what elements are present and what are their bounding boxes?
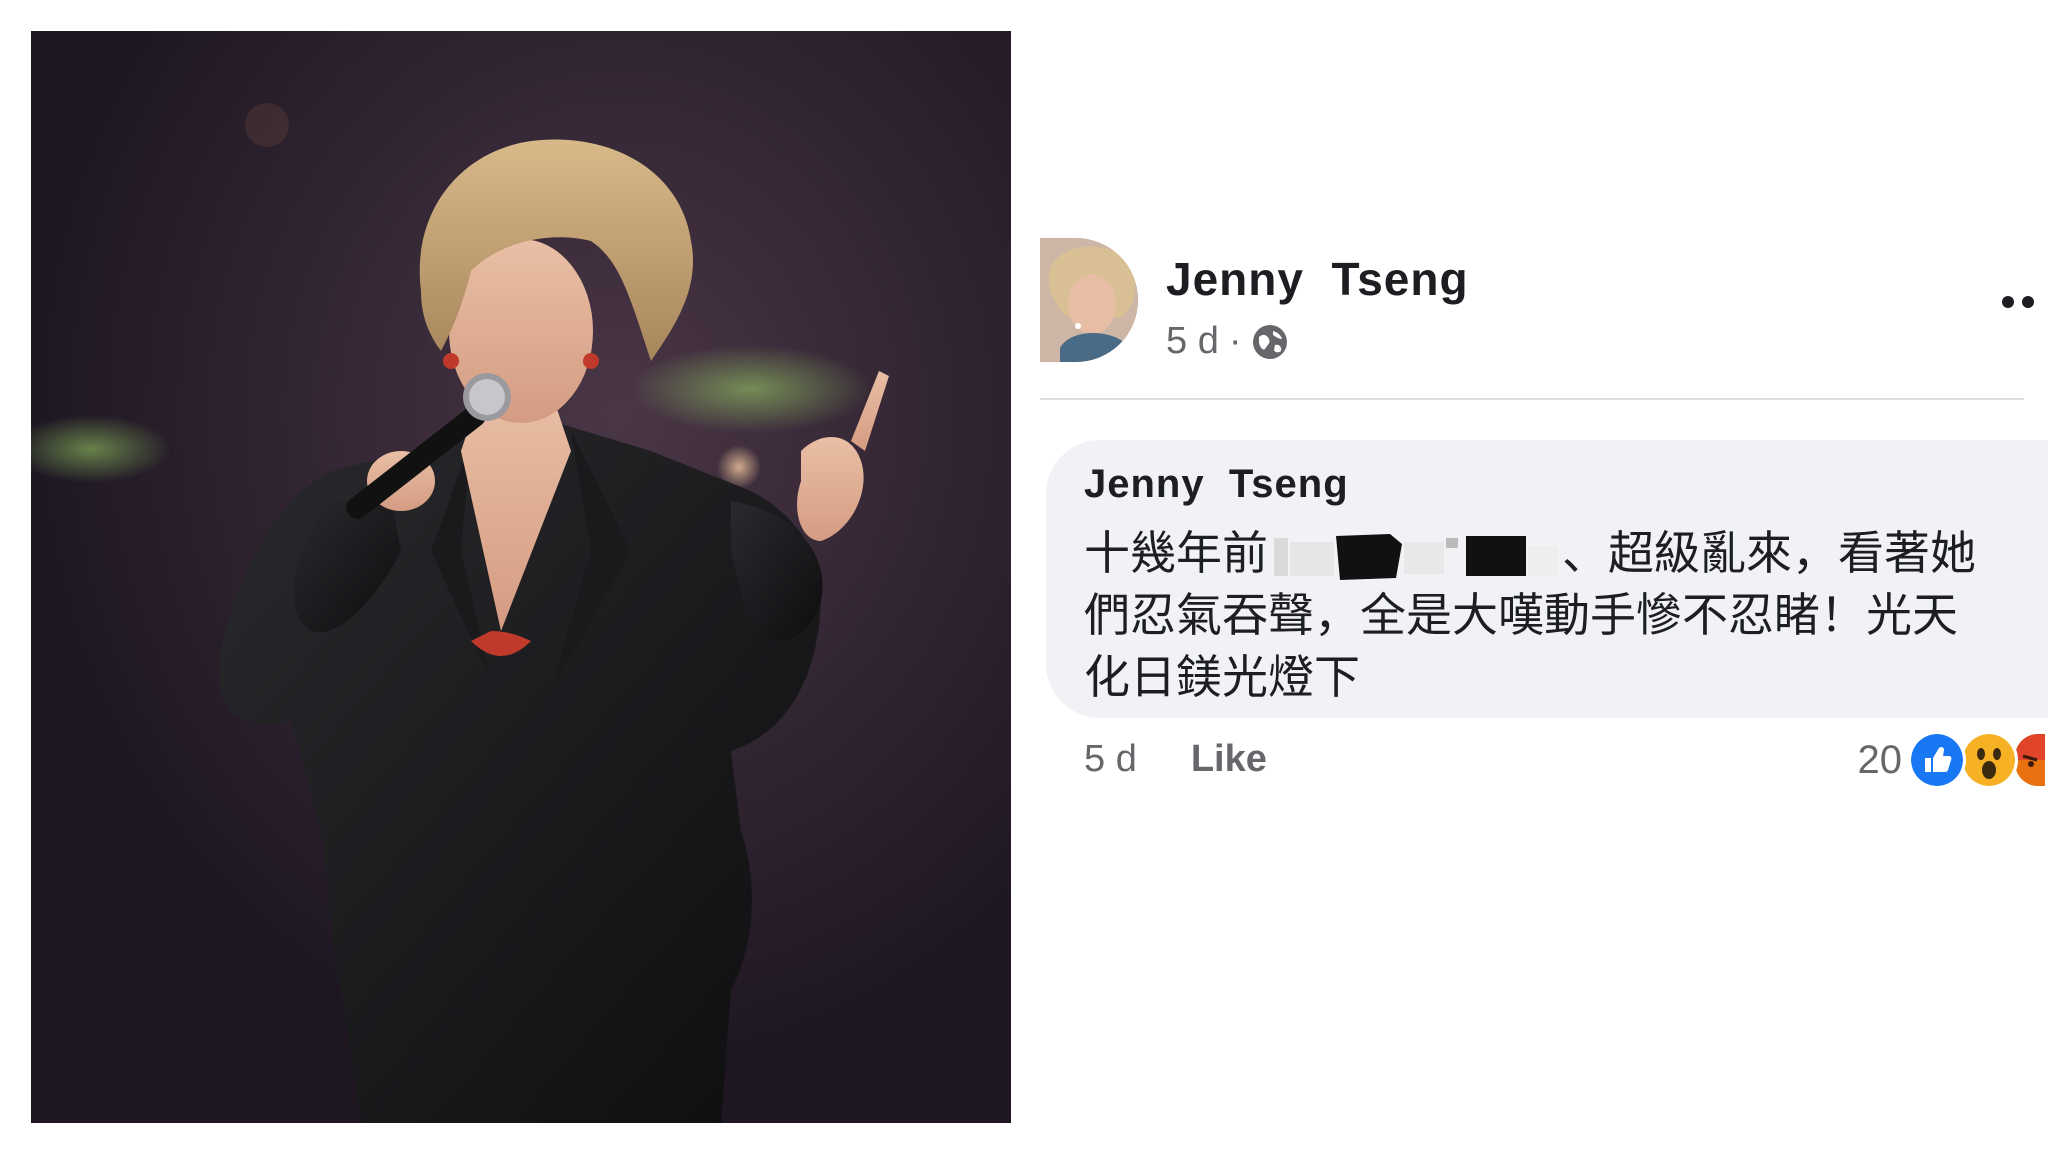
more-dot — [2002, 296, 2014, 308]
like-button[interactable]: Like — [1191, 738, 1267, 781]
facebook-post-panel: Jenny Tseng 5 d · Jenny Tseng 十幾年前 、超級亂來… — [1040, 0, 2048, 1152]
meta-separator: · — [1228, 320, 1242, 362]
comment-text-line1-start: 十幾年前 — [1084, 526, 1268, 580]
avatar[interactable] — [1040, 238, 1138, 362]
redaction-mark — [1274, 533, 1558, 580]
more-options-icon[interactable] — [2002, 290, 2042, 314]
comment-bubble: Jenny Tseng 十幾年前 、超級亂來，看著她 們忍氣吞聲，全是大嘆動手慘… — [1046, 440, 2048, 718]
reaction-summary[interactable]: 20 — [1858, 730, 2048, 790]
comment-text: 十幾年前 、超級亂來，看著她 們忍氣吞聲，全是大嘆動手慘不忍睹！光天 化日鎂光燈… — [1084, 522, 2024, 708]
avatar-photo — [1040, 238, 1138, 362]
post-meta: 5 d · — [1166, 320, 1289, 363]
divider — [1040, 398, 2024, 400]
comment-text-line1-end: 、超級亂來，看著她 — [1562, 526, 1976, 580]
wow-reaction-icon — [1960, 731, 2018, 789]
globe-icon — [1251, 323, 1289, 361]
post-author-name[interactable]: Jenny Tseng — [1166, 252, 1469, 306]
like-reaction-icon — [1908, 731, 1966, 789]
comment-actions: 5 d Like — [1084, 738, 1267, 781]
comment-text-line3: 化日鎂光燈下 — [1084, 650, 1360, 704]
singer-photo-illustration — [31, 31, 1011, 1123]
comment-author-name[interactable]: Jenny Tseng — [1084, 462, 1349, 507]
redacted-block — [1270, 532, 1560, 582]
reaction-count: 20 — [1857, 737, 1903, 782]
comment-text-line2: 們忍氣吞聲，全是大嘆動手慘不忍睹！光天 — [1084, 588, 1958, 642]
comment-time[interactable]: 5 d — [1084, 738, 1137, 781]
more-dot — [2022, 296, 2034, 308]
post-header: Jenny Tseng 5 d · — [1040, 238, 2040, 368]
post-time[interactable]: 5 d — [1166, 320, 1219, 363]
singer-photo — [31, 31, 1011, 1123]
